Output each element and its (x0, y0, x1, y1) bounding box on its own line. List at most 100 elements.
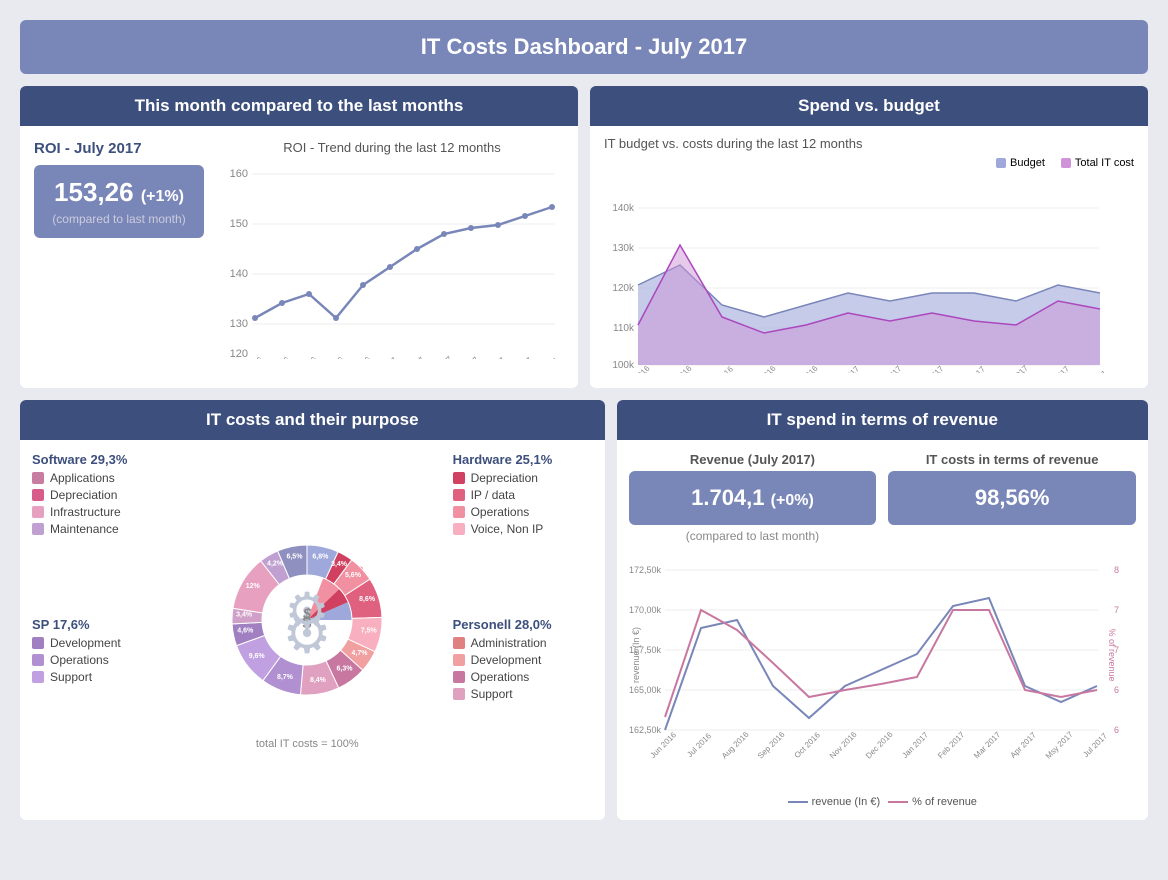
roi-compared: (compared to last month) (50, 212, 188, 226)
roi-label: ROI - July 2017 (34, 140, 204, 157)
revenue-legend-item: revenue (In €) (788, 796, 880, 808)
svg-text:8,4 %: 8,4 % (1114, 565, 1119, 575)
svg-text:110k: 110k (613, 323, 635, 334)
svg-text:Jl-17: Jl-17 (539, 356, 560, 359)
svg-text:12%: 12% (246, 583, 261, 590)
legend-development-per: Development (453, 653, 593, 667)
legend-operations-sp: Operations (32, 653, 162, 667)
costs-panel-header: IT costs and their purpose (20, 400, 605, 440)
it-costs-number: 98,56% (975, 485, 1050, 510)
legend-applications: Applications (32, 471, 162, 485)
legend-maintenance: Maintenance (32, 522, 162, 536)
revenue-box: Revenue (July 2017) 1.704,1 (+0%) (compa… (629, 452, 877, 543)
roi-number: 153,26 (54, 177, 134, 207)
revenue-panel-header: IT spend in terms of revenue (617, 400, 1148, 440)
svg-text:Apr 2017: Apr 2017 (1008, 730, 1038, 760)
svg-text:3,4%: 3,4% (331, 561, 348, 568)
legend-ip-data: IP / data (453, 488, 593, 502)
svg-text:4,2%: 4,2% (267, 561, 284, 568)
spend-panel: Spend vs. budget IT budget vs. costs dur… (590, 86, 1148, 388)
revenue-compared: (compared to last month) (629, 529, 877, 543)
svg-text:Ma-17: Ma-17 (429, 354, 454, 359)
roi-main-value: 153,26 (+1%) (50, 177, 188, 208)
spend-legend: Budget Total IT cost (604, 157, 1134, 169)
spend-legend-budget: Budget (996, 157, 1045, 169)
legend-depreciation-sw: Depreciation (32, 488, 162, 502)
legend-voice: Voice, Non IP (453, 522, 593, 536)
svg-text:140k: 140k (612, 203, 635, 214)
roi-value-box: 153,26 (+1%) (compared to last month) (34, 165, 204, 238)
dashboard: IT Costs Dashboard - July 2017 This mont… (20, 20, 1148, 820)
svg-text:6,8%: 6,8% (313, 553, 330, 560)
svg-text:De-16: De-16 (349, 355, 373, 359)
svg-text:130k: 130k (612, 243, 635, 254)
it-costs-label: IT costs in terms of revenue (888, 452, 1136, 467)
svg-text:150: 150 (230, 218, 248, 230)
svg-text:Fe-17: Fe-17 (403, 355, 427, 359)
it-costs-box: IT costs in terms of revenue 98,56% (888, 452, 1136, 543)
svg-text:100k: 100k (612, 360, 635, 371)
svg-text:Ap-17: Ap-17 (457, 355, 481, 359)
svg-text:revenue (In €): revenue (In €) (631, 627, 641, 683)
budget-color (996, 158, 1006, 168)
svg-text:Jul 2017: Jul 2017 (1084, 365, 1104, 373)
svg-text:165,00k: 165,00k (629, 685, 661, 695)
bottom-row: IT costs and their purpose Software 29,3… (20, 400, 1148, 820)
donut-legend-right: Hardware 25,1% Depreciation IP / data Op… (453, 452, 593, 808)
roi-chart-title: ROI - Trend during the last 12 months (220, 140, 564, 155)
revenue-top-section: Revenue (July 2017) 1.704,1 (+0%) (compa… (629, 452, 1136, 543)
revenue-number: 1.704,1 (691, 485, 764, 510)
svg-text:Dec 2016: Dec 2016 (864, 730, 895, 761)
svg-text:Jul 2016: Jul 2016 (685, 731, 713, 759)
svg-text:Oc-16: Oc-16 (295, 355, 319, 359)
roi-change: (+1%) (141, 188, 184, 205)
top-row: This month compared to the last months R… (20, 86, 1148, 388)
svg-text:$: $ (302, 605, 311, 621)
svg-text:8,4%: 8,4% (310, 677, 327, 684)
svg-text:Jul 2017: Jul 2017 (1081, 731, 1109, 759)
svg-text:3,4%: 3,4% (236, 612, 253, 619)
revenue-value: 1.704,1 (+0%) (629, 471, 877, 525)
donut-note: total IT costs = 100% (256, 738, 359, 750)
main-title: IT Costs Dashboard - July 2017 (20, 20, 1148, 74)
svg-text:6,6 %: 6,6 % (1114, 685, 1119, 695)
svg-text:Ju-17: Ju-17 (511, 355, 534, 359)
svg-text:160: 160 (230, 168, 248, 180)
sp-title: SP 17,6% (32, 617, 162, 632)
svg-text:Sep 2016: Sep 2016 (756, 730, 787, 761)
svg-text:6 %: 6 % (1114, 725, 1119, 735)
svg-text:5,6%: 5,6% (345, 572, 362, 579)
legend-development-sp: Development (32, 636, 162, 650)
software-title: Software 29,3% (32, 452, 162, 467)
revenue-legend-label: revenue (In €) (812, 796, 880, 808)
svg-text:7,8 %: 7,8 % (1114, 605, 1119, 615)
donut-chart: 6,8%3,4%5,6%8,6%7,5%4,7%6,3%8,4%8,7%9,6%… (197, 510, 417, 730)
cost-color (1061, 158, 1071, 168)
legend-depreciation-hw: Depreciation (453, 471, 593, 485)
donut-legend-left: Software 29,3% Applications Depreciation… (32, 452, 162, 808)
svg-text:140: 140 (230, 268, 248, 280)
svg-text:Jan 2017: Jan 2017 (900, 730, 930, 760)
svg-text:Mar 2017: Mar 2017 (972, 730, 1003, 761)
spend-chart-title: IT budget vs. costs during the last 12 m… (604, 136, 1134, 151)
svg-text:7,5%: 7,5% (361, 628, 378, 635)
legend-administration: Administration (453, 636, 593, 650)
roi-line-chart: 160 150 140 130 120 (220, 159, 560, 359)
legend-support-sp: Support (32, 670, 162, 684)
spend-legend-cost: Total IT cost (1061, 157, 1134, 169)
legend-operations-per: Operations (453, 670, 593, 684)
pct-legend-item: % of revenue (888, 796, 977, 808)
svg-text:172,50k: 172,50k (629, 565, 661, 575)
svg-text:Oct 2016: Oct 2016 (706, 364, 736, 373)
revenue-chart-legend: revenue (In €) % of revenue (629, 796, 1136, 808)
svg-text:9,6%: 9,6% (249, 653, 266, 660)
legend-support-per: Support (453, 687, 593, 701)
costs-panel: IT costs and their purpose Software 29,3… (20, 400, 605, 820)
svg-text:8,7%: 8,7% (277, 674, 294, 681)
donut-chart-container: 6,8%3,4%5,6%8,6%7,5%4,7%6,3%8,4%8,7%9,6%… (172, 452, 443, 808)
legend-infrastructure: Infrastructure (32, 505, 162, 519)
svg-text:8,6%: 8,6% (359, 596, 376, 603)
revenue-label: Revenue (July 2017) (629, 452, 877, 467)
svg-text:4,7%: 4,7% (352, 650, 369, 657)
it-costs-value: 98,56% (888, 471, 1136, 525)
